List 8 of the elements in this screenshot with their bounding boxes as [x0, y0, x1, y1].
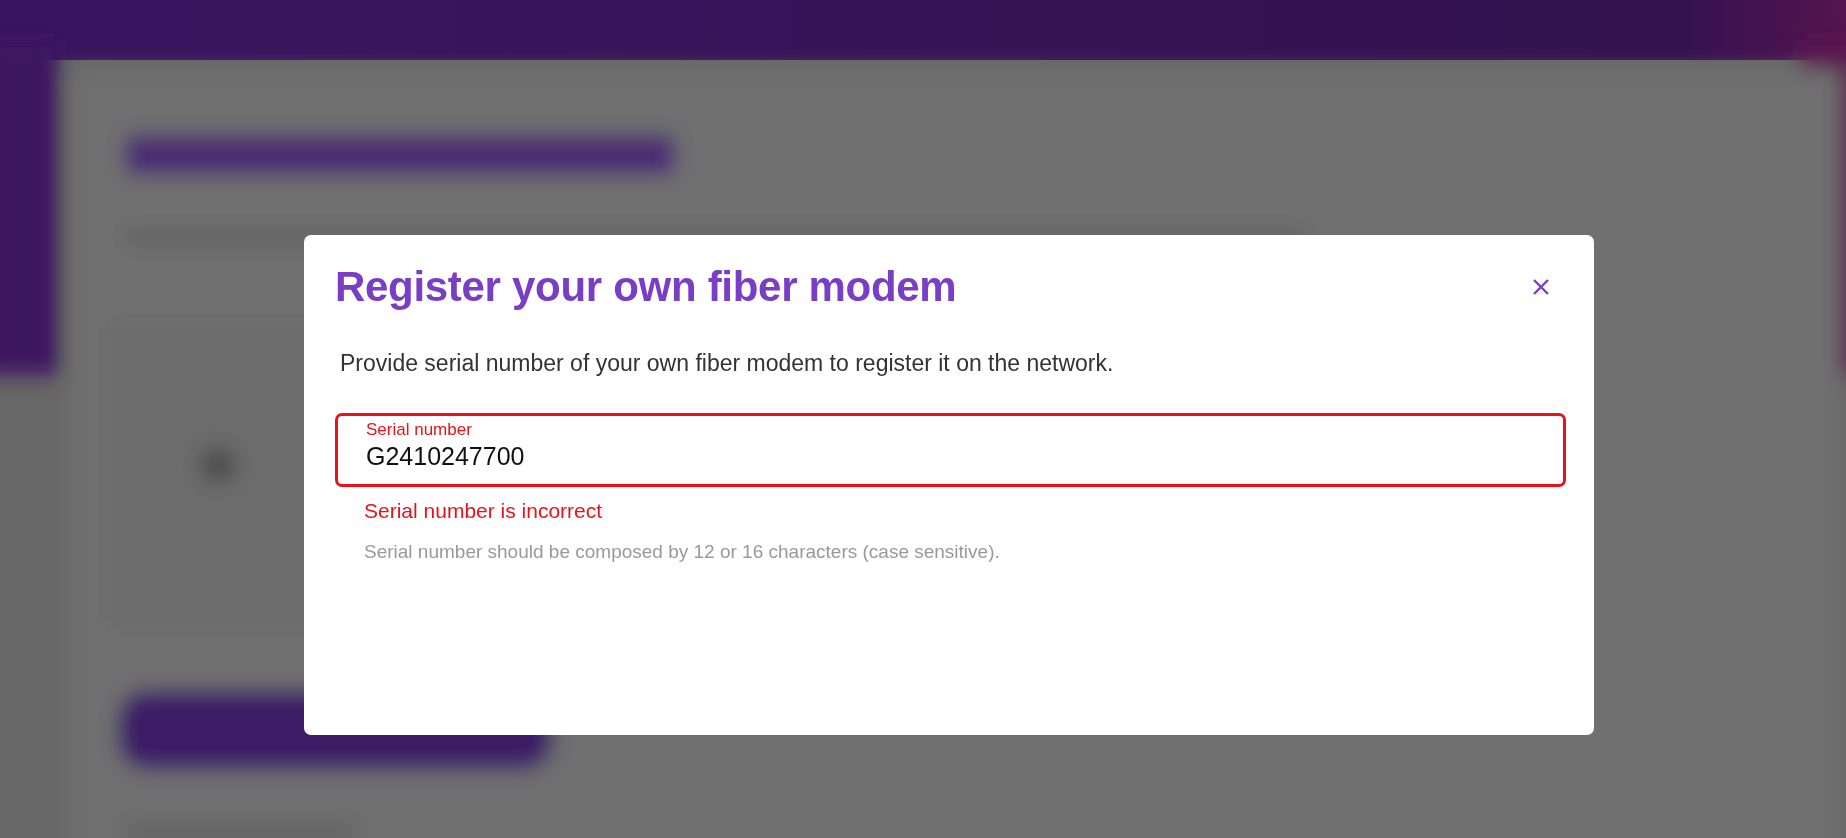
close-icon [1532, 278, 1550, 296]
hint-text: Serial number should be composed by 12 or 16 characters (case sensitive). [364, 541, 1001, 563]
dialog-title: Register your own fiber modem [335, 263, 957, 311]
serial-number-field[interactable]: Serial number G2410247700 [335, 413, 1566, 487]
field-value: G2410247700 [366, 442, 525, 471]
error-message: Serial number is incorrect [364, 499, 604, 523]
field-label: Serial number [366, 420, 473, 440]
dialog-description: Provide serial number of your own fiber modem to register it on the network. [340, 350, 1115, 377]
